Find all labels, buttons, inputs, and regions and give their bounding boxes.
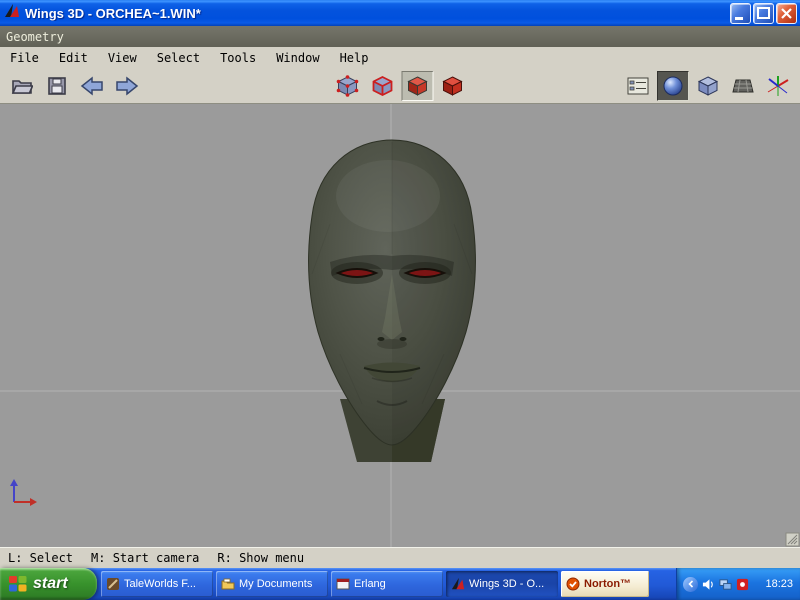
orthographic-view-button[interactable] [692, 71, 724, 101]
menubar: File Edit View Select Tools Window Help [0, 47, 800, 68]
menu-select[interactable]: Select [147, 48, 210, 68]
minimize-icon [731, 4, 750, 23]
window-titlebar[interactable]: Wings 3D - ORCHEA~1.WIN* [0, 0, 800, 26]
vertex-cube-icon [336, 74, 360, 98]
redo-arrow-icon [114, 75, 140, 97]
smooth-sphere-icon [662, 75, 684, 97]
hint-middle-mouse: M: Start camera [91, 551, 199, 565]
ati-icon[interactable] [736, 578, 749, 591]
taskbar-item-my-documents[interactable]: My Documents [216, 571, 328, 597]
face-mode-button[interactable] [402, 71, 434, 101]
system-tray: 18:23 [676, 568, 800, 600]
geometry-graph-button[interactable] [622, 71, 654, 101]
network-icon[interactable] [719, 578, 732, 591]
head-model[interactable] [309, 140, 476, 462]
body-cube-icon [441, 74, 465, 98]
body-mode-button[interactable] [437, 71, 469, 101]
statusbar: L: Select M: Start camera R: Show menu [0, 547, 800, 568]
hide-icons-chevron[interactable] [683, 577, 698, 592]
taskbar: start TaleWorlds F... My Documents [0, 568, 800, 600]
my-documents-icon [221, 577, 235, 591]
menu-help[interactable]: Help [330, 48, 379, 68]
norton-icon [566, 577, 580, 591]
edge-mode-button[interactable] [367, 71, 399, 101]
resize-grip[interactable] [786, 533, 799, 546]
geometry-window-title: Geometry [6, 30, 64, 44]
wire-cube-icon [696, 74, 720, 98]
taskbar-item-norton[interactable]: Norton™ [561, 571, 649, 597]
taskbar-buttons: TaleWorlds F... My Documents Erlang [97, 568, 676, 600]
chevron-left-icon [687, 580, 695, 588]
toolbar-file-group [6, 71, 143, 101]
taskbar-item-label: Wings 3D - O... [469, 578, 544, 590]
3d-viewport[interactable] [0, 104, 800, 547]
menu-view[interactable]: View [98, 48, 147, 68]
undo-arrow-icon [79, 75, 105, 97]
taskbar-item-label: Erlang [354, 578, 386, 590]
menu-edit[interactable]: Edit [49, 48, 98, 68]
face-cube-icon [406, 74, 430, 98]
minimize-button[interactable] [730, 3, 751, 24]
viewport-canvas[interactable] [0, 104, 800, 547]
smooth-preview-button[interactable] [657, 71, 689, 101]
close-icon [777, 4, 796, 23]
desktop: Wings 3D - ORCHEA~1.WIN* Geometry File E… [0, 0, 800, 600]
vertex-mode-button[interactable] [332, 71, 364, 101]
clock: 18:23 [765, 578, 793, 590]
axes-icon [766, 75, 790, 97]
menu-file[interactable]: File [0, 48, 49, 68]
geometry-window-titlebar[interactable]: Geometry [0, 26, 800, 47]
open-folder-icon [11, 75, 33, 97]
taskbar-item-wings3d[interactable]: Wings 3D - O... [446, 571, 558, 597]
edge-cube-icon [371, 74, 395, 98]
window-title: Wings 3D - ORCHEA~1.WIN* [25, 6, 728, 21]
undo-button[interactable] [76, 71, 108, 101]
wings3d-app-icon [4, 3, 20, 24]
taskbar-item-erlang[interactable]: Erlang [331, 571, 443, 597]
open-button[interactable] [6, 71, 38, 101]
maximize-icon [754, 4, 773, 23]
wings3d-icon [451, 577, 465, 591]
menu-tools[interactable]: Tools [210, 48, 266, 68]
maximize-button[interactable] [753, 3, 774, 24]
hint-right-mouse: R: Show menu [217, 551, 304, 565]
toolbar-selection-modes [332, 71, 469, 101]
save-floppy-icon [46, 75, 68, 97]
volume-icon[interactable] [702, 578, 715, 591]
taskbar-item-label: Norton™ [584, 578, 631, 590]
windows-flag-icon [8, 574, 28, 594]
hint-left-mouse: L: Select [8, 551, 73, 565]
taskbar-item-taleworlds[interactable]: TaleWorlds F... [101, 571, 213, 597]
taskbar-item-label: TaleWorlds F... [124, 578, 196, 590]
start-label: start [33, 575, 68, 593]
erlang-icon [336, 577, 350, 591]
ground-plane-icon [732, 76, 754, 96]
mini-axis-icon [10, 479, 37, 506]
close-button[interactable] [776, 3, 797, 24]
start-button[interactable]: start [0, 568, 97, 600]
redo-button[interactable] [111, 71, 143, 101]
toolbar [0, 68, 800, 104]
taleworlds-icon [106, 577, 120, 591]
taskbar-item-label: My Documents [239, 578, 312, 590]
ground-plane-button[interactable] [727, 71, 759, 101]
save-button[interactable] [41, 71, 73, 101]
show-axes-button[interactable] [762, 71, 794, 101]
geometry-graph-icon [627, 76, 649, 96]
menu-window[interactable]: Window [266, 48, 329, 68]
toolbar-view-group [622, 71, 794, 101]
